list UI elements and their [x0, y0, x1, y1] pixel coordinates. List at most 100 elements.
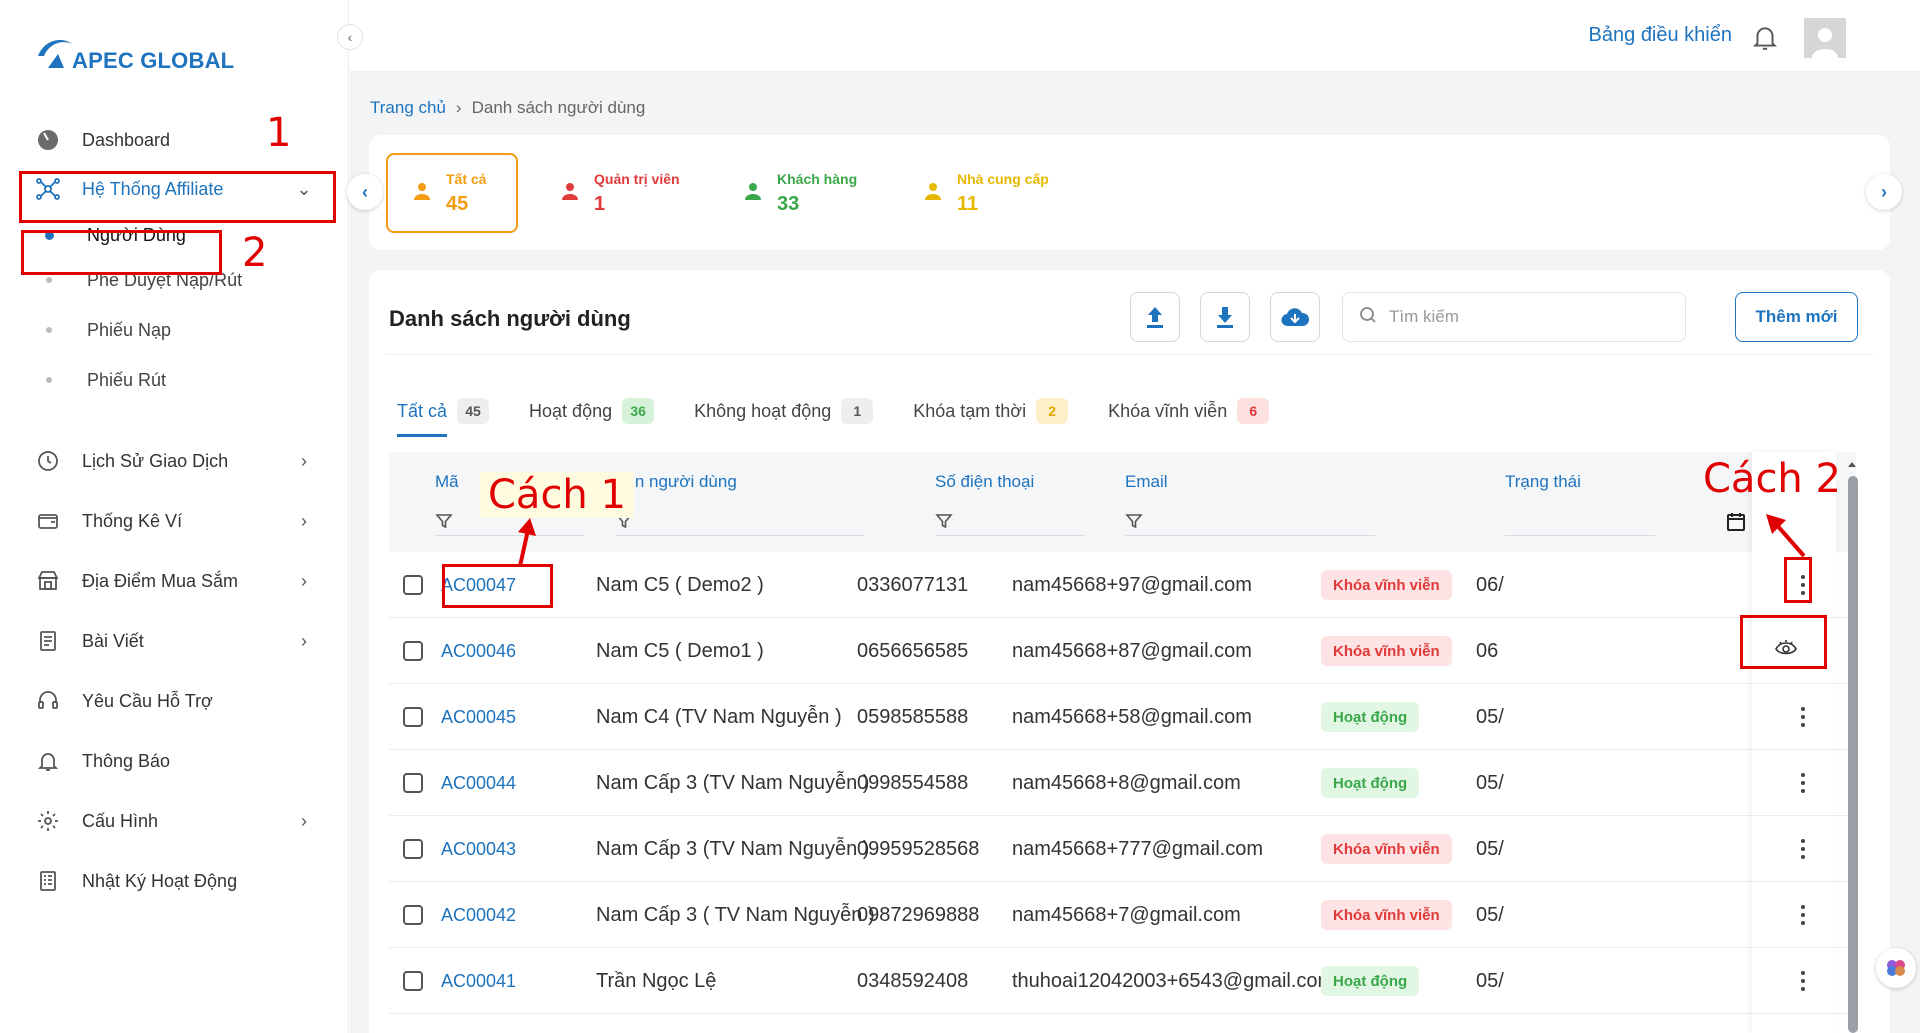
search-input[interactable] — [1389, 307, 1669, 327]
assistant-brain-button[interactable] — [1876, 948, 1916, 988]
stat-suppliers[interactable]: Nhà cung cấp 11 — [899, 153, 1070, 233]
filter-phone[interactable] — [935, 512, 1085, 536]
status-cell: Khóa vĩnh viễn — [1321, 618, 1452, 684]
more-actions-icon[interactable] — [1793, 970, 1813, 991]
table-row[interactable]: AC00045 Nam C4 (TV Nam Nguyễn ) 0598585588… — [389, 684, 1856, 750]
collapse-sidebar-button[interactable]: ‹ — [337, 24, 363, 50]
user-code-link[interactable]: AC00043 — [441, 816, 516, 882]
tab-active[interactable]: Hoạt động 36 — [529, 398, 655, 424]
table-row[interactable]: AC00043 Nam Cấp 3 (TV Nam Nguyễn ) 0995952… — [389, 816, 1856, 882]
filter-email[interactable] — [1125, 512, 1375, 536]
user-email: nam45668+97@gmail.com — [1012, 573, 1252, 596]
status-badge: Khóa vĩnh viễn — [1321, 900, 1452, 930]
user-code-link[interactable]: AC00041 — [441, 948, 516, 1014]
user-code-link[interactable]: AC00045 — [441, 684, 516, 750]
column-header-email[interactable]: Email — [1125, 472, 1168, 492]
cloud-download-button[interactable] — [1270, 292, 1320, 342]
search-icon — [1359, 306, 1377, 329]
table-row[interactable]: AC00041 Trần Ngọc Lệ 0348592408 thuhoai1204… — [389, 948, 1856, 1014]
user-code-link[interactable]: AC00046 — [441, 618, 516, 684]
tab-all[interactable]: Tất cả 45 — [397, 398, 490, 424]
annotation-arrow-2-icon — [1766, 514, 1806, 558]
user-code-link[interactable]: AC00042 — [441, 882, 516, 948]
tab-label: Tất cả — [397, 400, 448, 421]
tab-temp-locked[interactable]: Khóa tạm thời 2 — [913, 398, 1069, 424]
notification-bell-icon[interactable] — [1752, 24, 1778, 57]
sidebar-item-history[interactable]: Lịch Sử Giao Dịch › — [20, 437, 334, 485]
sidebar-item-label: Lịch Sử Giao Dịch — [82, 450, 229, 471]
user-name: Nam Cấp 3 ( TV Nam Nguyễn ) — [596, 903, 875, 926]
filter-name[interactable] — [615, 512, 865, 536]
row-checkbox[interactable] — [403, 905, 423, 925]
table-row[interactable]: AC00042 Nam Cấp 3 ( TV Nam Nguyễn ) 098729… — [389, 882, 1856, 948]
row-checkbox[interactable] — [403, 575, 423, 595]
row-checkbox[interactable] — [403, 707, 423, 727]
more-actions-icon[interactable] — [1793, 904, 1813, 925]
tab-count-badge: 36 — [622, 398, 655, 424]
column-header-status[interactable]: Trạng thái — [1505, 472, 1581, 492]
user-date: 05/ — [1476, 969, 1504, 992]
sidebar-item-label: Địa Điểm Mua Sắm — [82, 570, 239, 591]
user-name: Nam C5 ( Demo1 ) — [596, 639, 764, 662]
status-badge: Hoạt động — [1321, 966, 1420, 996]
stat-customers[interactable]: Khách hàng 33 — [719, 153, 878, 233]
more-actions-icon[interactable] — [1793, 838, 1813, 859]
table-row[interactable]: AC00047 Nam C5 ( Demo2 ) 0336077131 nam4566… — [389, 552, 1856, 618]
sidebar-item-label: Bài Viết — [82, 630, 144, 651]
sidebar-item-activity-log[interactable]: Nhật Ký Hoạt Động — [20, 857, 334, 905]
dashboard-link[interactable]: Bảng điều khiển — [1589, 24, 1732, 47]
gauge-icon — [34, 126, 62, 154]
tab-label: Khóa tạm thời — [913, 400, 1027, 421]
add-new-button[interactable]: Thêm mới — [1735, 292, 1858, 342]
annotation-box-code — [442, 564, 553, 608]
download-button[interactable] — [1200, 292, 1250, 342]
search-box[interactable] — [1342, 292, 1686, 342]
more-actions-icon[interactable] — [1793, 772, 1813, 793]
user-email: nam45668+7@gmail.com — [1012, 903, 1241, 926]
sidebar-item-support[interactable]: Yêu Cầu Hỗ Trợ — [20, 677, 334, 725]
sidebar-subitem-withdraw[interactable]: Phiếu Rút — [20, 359, 310, 401]
stats-prev-button[interactable]: ‹ — [347, 174, 383, 210]
row-checkbox[interactable] — [403, 641, 423, 661]
sidebar-item-shopping[interactable]: Địa Điểm Mua Sắm › — [20, 557, 334, 605]
tab-perm-locked[interactable]: Khóa vĩnh viễn 6 — [1108, 398, 1270, 424]
row-select-cell — [403, 684, 423, 750]
breadcrumb-home[interactable]: Trang chủ — [370, 98, 446, 118]
table-row[interactable]: AC00046 Nam C5 ( Demo1 ) 0656656585 nam4566… — [389, 618, 1856, 684]
tab-inactive[interactable]: Không hoạt động 1 — [694, 398, 874, 424]
row-checkbox[interactable] — [403, 971, 423, 991]
sidebar-item-settings[interactable]: Cấu Hình › — [20, 797, 334, 845]
annotation-number-2: 2 — [242, 230, 268, 276]
sidebar-subitem-deposit[interactable]: Phiếu Nạp — [20, 309, 310, 351]
upload-button[interactable] — [1130, 292, 1180, 342]
brand-logo[interactable]: APEC GLOBAL — [34, 34, 234, 74]
column-header-code[interactable]: Mã — [435, 472, 459, 492]
row-actions-cell — [1752, 750, 1836, 816]
stat-admins[interactable]: Quản trị viên 1 — [536, 153, 699, 233]
row-checkbox[interactable] — [403, 773, 423, 793]
table-row[interactable]: AC00044 Nam Cấp 3 (TV Nam Nguyễn ) 0998554… — [389, 750, 1856, 816]
top-header: Bảng điều khiển — [350, 0, 1920, 72]
breadcrumb-current: Danh sách người dùng — [471, 98, 646, 117]
filter-status[interactable] — [1505, 512, 1655, 536]
sidebar-item-notifications[interactable]: Thông Báo — [20, 737, 334, 785]
stat-all[interactable]: Tất cả 45 — [386, 153, 518, 233]
row-checkbox[interactable] — [403, 839, 423, 859]
status-tabs: Tất cả 45 Hoạt động 36 Không hoạt động 1 Kh… — [397, 398, 1309, 424]
user-avatar[interactable] — [1804, 18, 1846, 58]
user-phone: 0998554588 — [857, 771, 969, 794]
user-name: Nam C4 (TV Nam Nguyễn ) — [596, 705, 842, 728]
status-cell: Khóa vĩnh viễn — [1321, 552, 1452, 618]
sidebar-item-posts[interactable]: Bài Viết › — [20, 617, 334, 665]
sidebar-item-wallet[interactable]: Thống Kê Ví › — [20, 497, 334, 545]
scrollbar-thumb[interactable] — [1848, 476, 1858, 1033]
row-actions-cell — [1752, 882, 1836, 948]
logo-swoosh-icon — [38, 40, 72, 68]
user-name: Nam Cấp 3 (TV Nam Nguyễn ) — [596, 837, 870, 860]
bullet-icon — [46, 327, 52, 333]
stats-next-button[interactable]: › — [1866, 174, 1902, 210]
column-header-phone[interactable]: Số điện thoại — [935, 472, 1034, 492]
user-code-link[interactable]: AC00044 — [441, 750, 516, 816]
user-phone: 09959528568 — [857, 837, 980, 860]
more-actions-icon[interactable] — [1793, 706, 1813, 727]
